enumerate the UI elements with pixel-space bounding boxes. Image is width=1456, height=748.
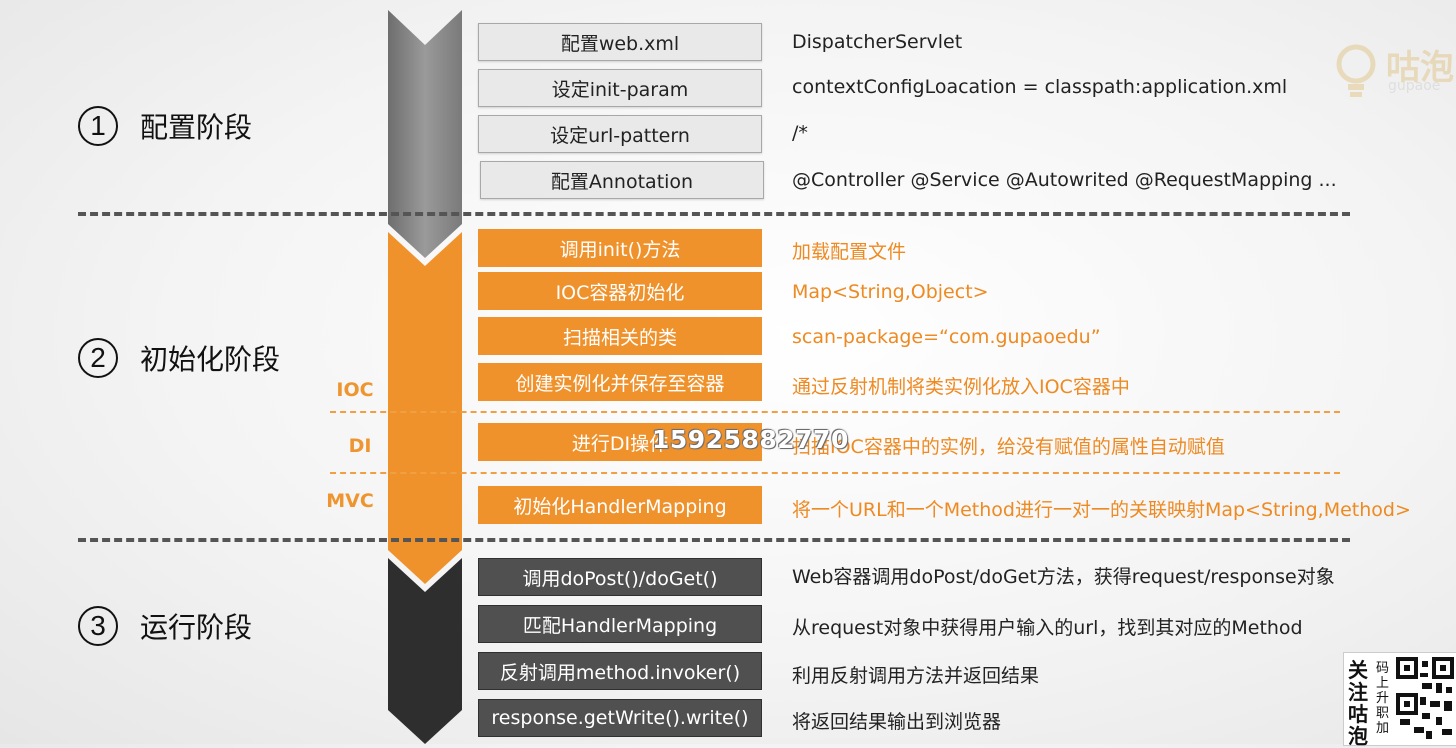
- step-desc: 将返回结果输出到浏览器: [792, 711, 1002, 733]
- step-scan-classes: 扫描相关的类: [478, 317, 762, 355]
- step-dopost-doget: 调用doPost()/doGet(): [478, 558, 762, 596]
- sublabel-mvc: MVC: [326, 490, 374, 512]
- step-response-write: response.getWrite().write(): [478, 699, 762, 737]
- step-desc: 将一个URL和一个Method进行一对一的关联映射Map<String,Meth…: [792, 499, 1411, 521]
- phase-label: 运行阶段: [140, 611, 253, 644]
- step-desc: 从request对象中获得用户输入的url，找到其对应的Method: [792, 617, 1303, 639]
- step-desc: DispatcherServlet: [792, 31, 963, 53]
- step-desc: 加载配置文件: [792, 241, 907, 263]
- step-desc: scan-package=“com.gupaoedu”: [792, 326, 1101, 348]
- step-desc: Map<String,Object>: [792, 281, 989, 303]
- phase-number: 1: [78, 106, 118, 146]
- step-desc: 扫描IOC容器中的实例，给没有赋值的属性自动赋值: [792, 436, 1225, 458]
- qr-slogan-text: 码上升职加: [1376, 661, 1390, 736]
- qr-follow-text: 关注咕泡: [1348, 658, 1368, 748]
- step-desc: @Controller @Service @Autowrited @Reques…: [792, 169, 1337, 191]
- sublabel-di: DI: [348, 435, 372, 457]
- brand-name-en: gupaoe: [1388, 78, 1441, 94]
- step-call-init: 调用init()方法: [478, 229, 762, 267]
- step-ioc-init: IOC容器初始化: [478, 272, 762, 310]
- step-annotation: 配置Annotation: [480, 161, 764, 199]
- phase-label: 配置阶段: [140, 111, 253, 144]
- step-reflect-invoke: 反射调用method.invoker(): [478, 652, 762, 690]
- phase-config: 1 配置阶段: [78, 106, 252, 146]
- step-create-instances: 创建实例化并保存至容器: [478, 363, 762, 401]
- phase-divider: [78, 212, 1350, 216]
- step-desc: contextConfigLoacation = classpath:appli…: [792, 76, 1288, 98]
- step-init-param: 设定init-param: [478, 69, 762, 107]
- subsection-divider: [330, 472, 1340, 474]
- qr-code-icon: [1396, 657, 1454, 739]
- step-desc: Web容器调用doPost/doGet方法，获得request/response…: [792, 566, 1335, 588]
- phase-init: 2 初始化阶段: [78, 338, 280, 378]
- step-desc: /*: [792, 122, 808, 144]
- step-desc: 通过反射机制将类实例化放入IOC容器中: [792, 376, 1130, 398]
- phone-watermark: 15925882770: [652, 425, 849, 454]
- step-config-webxml: 配置web.xml: [478, 23, 762, 61]
- arrow-config-section: [388, 10, 462, 258]
- brand-logo: 咕泡 gupaoe: [1336, 40, 1456, 110]
- qr-code-panel: 关注咕泡 码上升职加: [1343, 652, 1456, 748]
- step-init-handlermapping: 初始化HandlerMapping: [478, 486, 762, 524]
- phase-number: 2: [78, 338, 118, 378]
- arrow-init-section: [388, 232, 462, 584]
- step-match-handlermapping: 匹配HandlerMapping: [478, 605, 762, 643]
- step-desc: 利用反射调用方法并返回结果: [792, 665, 1040, 687]
- arrow-run-section: [388, 558, 462, 744]
- phase-divider: [78, 538, 1350, 542]
- phase-run: 3 运行阶段: [78, 606, 252, 646]
- step-url-pattern: 设定url-pattern: [478, 115, 762, 153]
- spring-mvc-flow-diagram: 1 配置阶段 2 初始化阶段 3 运行阶段 IOC DI MVC 配置web.x…: [0, 0, 1456, 748]
- subsection-divider: [330, 411, 1340, 413]
- phase-label: 初始化阶段: [140, 343, 281, 376]
- phase-number: 3: [78, 606, 118, 646]
- lightbulb-icon: [1336, 44, 1376, 97]
- sublabel-ioc: IOC: [336, 379, 374, 401]
- flow-arrow: [388, 10, 462, 744]
